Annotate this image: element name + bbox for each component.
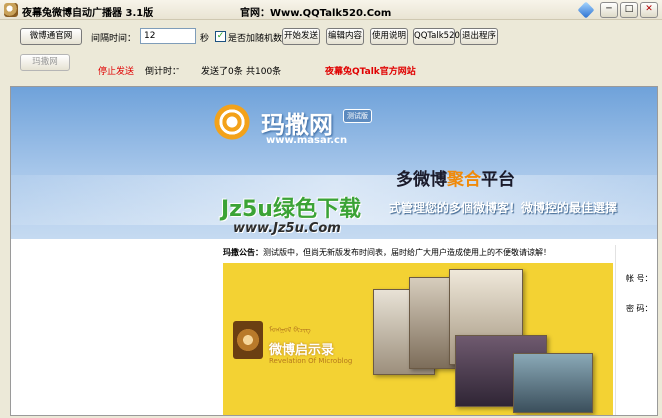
site-url: www.masar.cn [266,135,348,146]
masar-button[interactable]: 玛撒网 [20,54,70,71]
tagline: 多微博聚合平台 [396,165,515,190]
exit-button[interactable]: 退出程序 [460,28,498,45]
start-send-button[interactable]: 开始发送 [282,28,320,45]
tagline-suffix: 平台 [481,170,515,190]
close-button[interactable]: ✕ [640,2,658,18]
title-bar: 夜幕兔微博自动广播器 3.1版 官网：Www.QQTalk520.Com ─ □… [0,0,662,20]
watermark-url: www.Jz5u.Com [233,221,341,236]
promo-banner[interactable]: ᠮᠣᠩᠭᠣᠯ ᠪᠢᠴᠢᠭ 微博启示录 Revelation Of Microbl… [223,263,613,415]
window-title: 夜幕兔微博自动广播器 3.1版 [22,8,154,19]
random-label: 是否加随机数 [228,34,283,44]
account-label: 帐 号： [626,274,653,283]
weibo-site-button[interactable]: 微博通官网 [20,28,82,45]
seconds-unit-label: 秒 [200,34,210,44]
tagline-subtitle: 式管理您的多個微博客！微博控的最佳選擇 [389,201,618,215]
help-button[interactable]: 使用说明 [370,28,408,45]
qqtalk-button[interactable]: QQTalk520 [413,28,460,45]
countdown-value: - [176,64,180,74]
tagline-prefix: 多微博 [396,170,447,190]
promo-script: ᠮᠣᠩᠭᠣᠯ ᠪᠢᠴᠢᠭ [269,326,311,334]
control-panel: 微博通官网 间隔时间： 12 秒 ✓ 是否加随机数 开始发送 编辑内容 使用说明… [0,20,662,82]
login-panel: 帐 号： 密 码： [615,245,657,415]
maximize-button[interactable]: □ [620,2,638,18]
official-website-link[interactable]: 夜幕兔QTalk官方网站 [325,64,416,77]
gem-icon[interactable] [577,1,595,19]
announcement-bar: 玛撒公告：测试版中，但尚无新版发布时间表，届时给广大用户造成使用上的不便敬请谅解… [223,245,613,261]
interval-input[interactable]: 12 [140,28,196,44]
beta-badge: 测试版 [343,109,372,123]
app-icon [4,3,18,17]
edit-content-button[interactable]: 编辑内容 [326,28,364,45]
minimize-button[interactable]: ─ [600,2,618,18]
total-count: 共100条 [246,67,282,77]
left-blank-area [11,239,211,415]
tagline-highlight: 聚合 [447,170,481,190]
promo-title: 微博启示录 [269,343,335,358]
site-banner: 玛撒网 测试版 www.masar.cn 多微博聚合平台 式管理您的多個微博客！… [11,87,657,239]
password-label: 密 码： [626,304,653,313]
announcement-text: 测试版中，但尚无新版发布时间表，届时给广大用户造成使用上的不便敬请谅解！ [263,248,551,257]
random-checkbox[interactable]: ✓ [215,31,226,42]
sun-logo-icon [211,101,253,143]
announcement-label: 玛撒公告： [223,248,263,257]
web-browser-view[interactable]: 玛撒网 测试版 www.masar.cn 多微博聚合平台 式管理您的多個微博客！… [10,86,658,416]
watermark-title: Jz5u绿色下载 [221,197,361,222]
send-state-label: 停止发送 [98,67,135,77]
official-site-label: 官网：Www.QQTalk520.Com [240,8,392,19]
promo-subtitle: Revelation Of Microblog [269,357,353,365]
emblem-icon [233,321,263,359]
book-cover-image [513,353,593,413]
interval-label: 间隔时间： [91,34,137,44]
sent-count: 发送了0条 [201,67,243,77]
